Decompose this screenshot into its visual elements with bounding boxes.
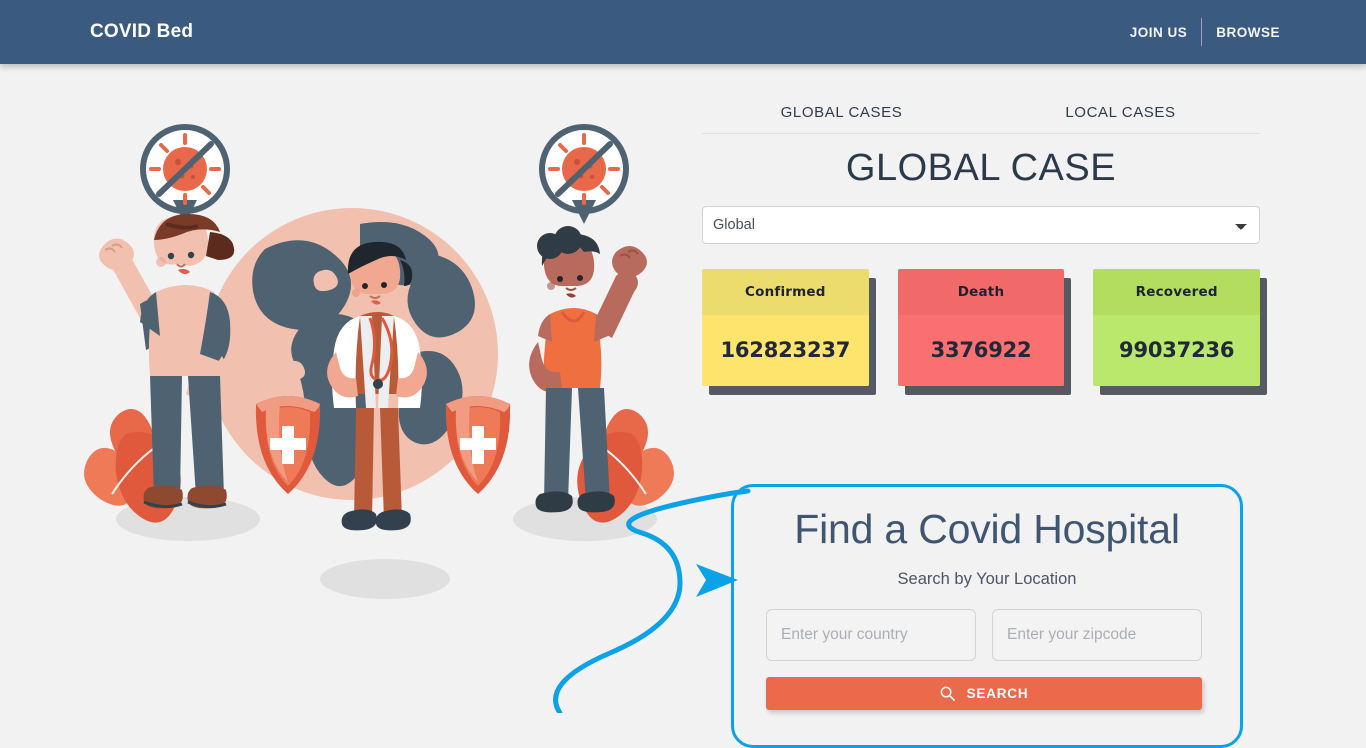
find-hospital-subtitle: Search by Your Location [897,570,1077,588]
stat-value-recovered: 99037236 [1093,314,1261,386]
tab-global-cases[interactable]: GLOBAL CASES [702,104,981,121]
stat-card-death: Death 3376922 [897,268,1065,386]
page-title: GLOBAL CASE [845,147,1117,189]
stat-label-confirmed: Confirmed [702,268,869,315]
stat-card-row: Confirmed 162823237 Death 3376922 Recove… [702,268,1261,386]
no-virus-badge-left [140,124,230,224]
hero-illustration [60,104,700,664]
country-input[interactable] [766,609,976,661]
find-hospital-title: Find a Covid Hospital [794,506,1180,552]
search-button[interactable]: SEARCH [766,677,1202,710]
page-body: GLOBAL CASES LOCAL CASES GLOBAL CASE Glo… [0,64,1366,748]
zipcode-input[interactable] [992,609,1202,661]
region-select[interactable]: Global [702,205,1260,244]
shield-right-icon [445,396,511,494]
search-icon [940,686,955,701]
ground-shadow-center [320,559,450,599]
find-hospital-inputs [766,609,1240,661]
brand-logo[interactable]: COVID Bed [90,21,193,43]
search-button-label: SEARCH [966,686,1029,701]
no-virus-badge-right [539,124,629,224]
stat-card-confirmed: Confirmed 162823237 [702,268,869,386]
stat-label-recovered: Recovered [1093,268,1261,315]
nav-link-join-us[interactable]: JOIN US [1116,25,1202,40]
stat-value-death: 3376922 [897,314,1065,386]
cases-panel: GLOBAL CASES LOCAL CASES GLOBAL CASE Glo… [702,104,1261,386]
find-hospital-panel: Find a Covid Hospital Search by Your Loc… [731,484,1243,748]
top-navbar: COVID Bed JOIN US BROWSE [0,0,1366,64]
stat-card-recovered: Recovered 99037236 [1093,268,1261,386]
stat-value-confirmed: 162823237 [702,314,869,386]
nav-links: JOIN US BROWSE [1116,17,1294,47]
tab-local-cases[interactable]: LOCAL CASES [981,104,1260,121]
case-scope-tabs: GLOBAL CASES LOCAL CASES [702,104,1260,134]
nav-link-browse[interactable]: BROWSE [1202,25,1294,40]
stat-label-death: Death [897,268,1065,315]
